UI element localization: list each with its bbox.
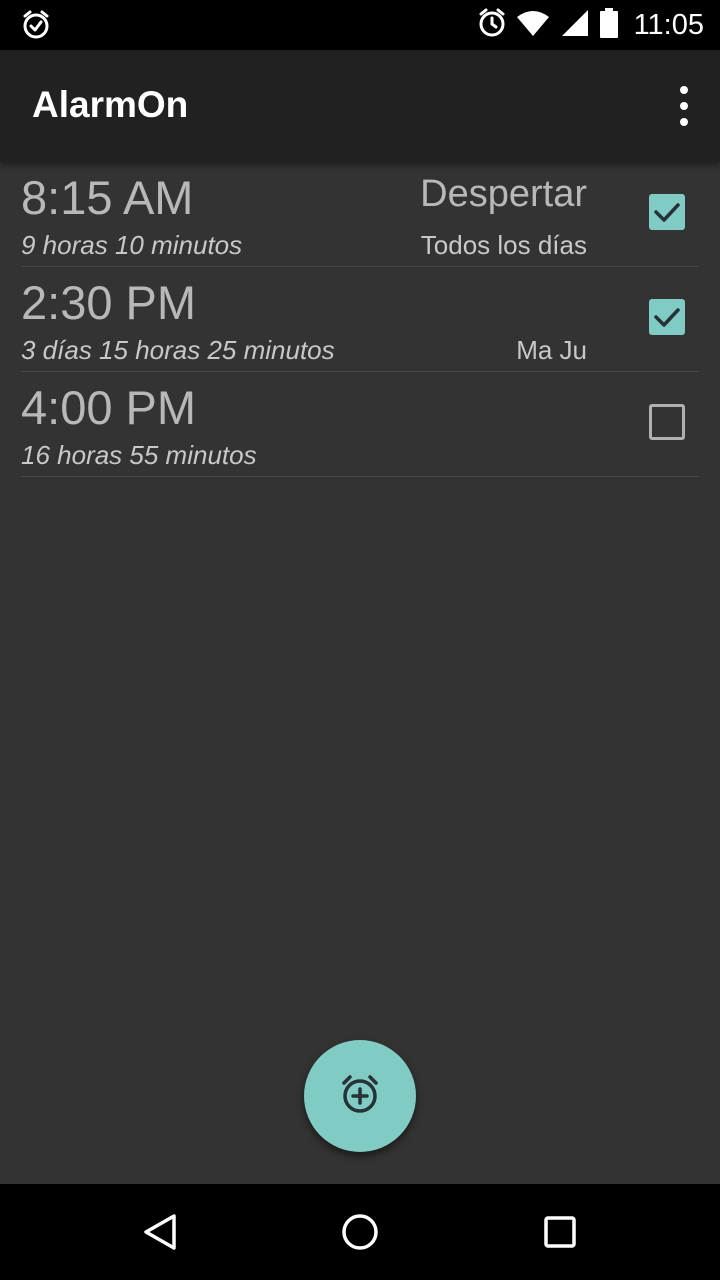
alarm-time: 4:00 PM (21, 381, 197, 434)
status-icons: 11:05 (478, 0, 704, 50)
alarm-clock-icon (478, 8, 506, 43)
alarm-enabled-checkbox[interactable] (649, 299, 685, 335)
more-vert-icon[interactable] (676, 86, 692, 126)
alarm-remaining: 3 días 15 horas 25 minutos (21, 335, 335, 365)
alarm-row[interactable]: 2:30 PM 3 días 15 horas 25 minutos Ma Ju (21, 267, 699, 372)
alarm-row[interactable]: 4:00 PM 16 horas 55 minutos (21, 372, 699, 477)
screen: 11:05 AlarmOn 8:15 AM 9 horas 10 minutos… (0, 0, 720, 1280)
home-icon[interactable] (336, 1208, 384, 1256)
alarm-enabled-checkbox[interactable] (649, 194, 685, 230)
app-bar: AlarmOn (0, 50, 720, 162)
alarm-label: Despertar (420, 173, 587, 215)
alarm-remaining: 9 horas 10 minutos (21, 230, 243, 260)
alarm-check-icon (22, 10, 50, 40)
back-icon[interactable] (136, 1208, 184, 1256)
alarm-enabled-checkbox[interactable] (649, 404, 685, 440)
alarm-time: 8:15 AM (21, 171, 194, 224)
alarm-days: Todos los días (420, 230, 587, 260)
alarm-time: 2:30 PM (21, 276, 197, 329)
alarm-days: Ma Ju (516, 335, 587, 365)
status-time: 11:05 (633, 8, 704, 41)
checkmark-icon (654, 203, 680, 222)
battery-icon (599, 7, 618, 43)
navigation-bar (0, 1184, 720, 1280)
alarm-list: 8:15 AM 9 horas 10 minutos Despertar Tod… (0, 162, 720, 477)
add-alarm-icon (338, 1072, 382, 1121)
app-title: AlarmOn (32, 84, 189, 125)
status-bar: 11:05 (0, 0, 720, 50)
alarm-row[interactable]: 8:15 AM 9 horas 10 minutos Despertar Tod… (21, 162, 699, 267)
signal-icon (560, 8, 590, 43)
alarm-remaining: 16 horas 55 minutos (21, 440, 257, 470)
recents-icon[interactable] (536, 1208, 584, 1256)
checkmark-icon (654, 308, 680, 327)
wifi-icon (516, 9, 550, 42)
add-alarm-button[interactable] (304, 1040, 416, 1152)
